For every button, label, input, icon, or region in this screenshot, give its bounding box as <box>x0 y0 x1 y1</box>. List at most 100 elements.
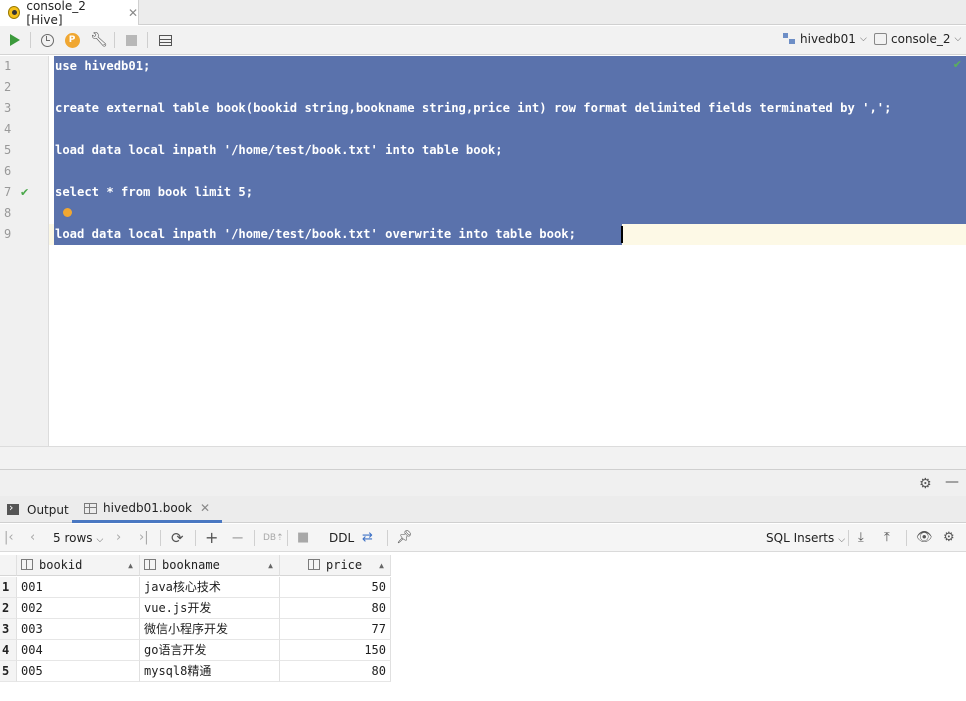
close-icon[interactable]: ✕ <box>200 501 210 515</box>
first-page-icon[interactable]: |‹ <box>4 530 14 546</box>
console-select[interactable]: console_2 ⌵ <box>874 32 961 46</box>
row-number: 3 <box>0 619 17 640</box>
code-text: use hivedb01; <box>55 59 151 73</box>
clock-icon <box>40 33 54 47</box>
sort-icon[interactable]: ▲ <box>268 555 273 576</box>
column-header-bookname[interactable]: bookname ▲ <box>140 555 280 576</box>
column-header-price[interactable]: price ▲ <box>280 555 391 576</box>
result-tabs: Output hivedb01.book ✕ <box>0 496 966 523</box>
cell-bookid[interactable]: 004 <box>17 640 140 661</box>
editor-bottom-strip <box>0 446 966 469</box>
sort-icon[interactable]: ▲ <box>128 555 133 576</box>
cell-bookid[interactable]: 002 <box>17 598 140 619</box>
history-button[interactable] <box>38 31 56 49</box>
tab-output[interactable]: Output <box>7 496 79 523</box>
code-line: 3 create external table book(bookid stri… <box>0 98 966 119</box>
line-number: 2 <box>4 80 12 94</box>
eye-icon[interactable]: 👁︎ <box>916 530 933 546</box>
datasource-label: hivedb01 <box>800 32 856 46</box>
toolbar-divider <box>160 530 161 546</box>
wrench-icon: 🔧︎ <box>90 32 108 48</box>
column-header-bookid[interactable]: bookid ▲ <box>17 555 140 576</box>
tab-console-2[interactable]: console_2 [Hive] ✕ <box>0 0 139 27</box>
line-number: 6 <box>4 164 12 178</box>
ddl-button[interactable]: DDL <box>329 531 354 545</box>
add-row-icon[interactable]: + <box>205 530 218 546</box>
code-line: 8 <box>0 203 966 224</box>
cell-bookname[interactable]: go语言开发 <box>140 640 280 661</box>
cell-bookid[interactable]: 001 <box>17 577 140 598</box>
code-line: 2 <box>0 77 966 98</box>
code-line: 6 <box>0 161 966 182</box>
export-format-label: SQL Inserts <box>766 531 835 545</box>
close-icon[interactable]: ✕ <box>128 6 138 20</box>
delete-row-icon[interactable]: − <box>231 530 244 546</box>
cell-bookname[interactable]: java核心技术 <box>140 577 280 598</box>
p-badge-icon: P <box>64 32 80 48</box>
row-number: 4 <box>0 640 17 661</box>
rows-count-label: 5 rows <box>53 531 93 545</box>
cell-bookname[interactable]: 微信小程序开发 <box>140 619 280 640</box>
tab-output-label: Output <box>27 502 69 517</box>
line-number: 8 <box>4 206 12 220</box>
table-view-button[interactable] <box>156 31 174 49</box>
line-number: 9 <box>4 227 12 241</box>
minimize-icon[interactable]: — <box>945 474 959 490</box>
intention-bulb-icon[interactable] <box>63 208 72 217</box>
next-page-icon[interactable]: › <box>116 530 121 546</box>
cell-price[interactable]: 150 <box>280 640 391 661</box>
code-line: 7 ✔ select * from book limit 5; <box>0 182 966 203</box>
download-icon[interactable]: ⤓ <box>858 530 864 546</box>
cell-price[interactable]: 77 <box>280 619 391 640</box>
rows-count-select[interactable]: 5 rows ⌵ <box>53 531 103 545</box>
code-text: create external table book(bookid string… <box>55 101 892 115</box>
tab-hivedb01-book[interactable]: hivedb01.book ✕ <box>72 496 223 523</box>
cell-bookname[interactable]: mysql8精通 <box>140 661 280 682</box>
line-number: 1 <box>4 59 12 73</box>
column-icon <box>21 559 33 570</box>
last-page-icon[interactable]: ›| <box>139 530 149 546</box>
code-line: 9 load data local inpath '/home/test/boo… <box>0 224 966 245</box>
upload-icon[interactable]: ⤒ <box>884 530 890 546</box>
cell-bookid[interactable]: 003 <box>17 619 140 640</box>
stop-button[interactable] <box>122 31 140 49</box>
compare-icon[interactable]: ⇄ <box>362 530 373 546</box>
stop-icon[interactable]: ■ <box>297 530 309 546</box>
submit-db-icon[interactable]: DB⇡ <box>263 530 284 546</box>
pin-icon[interactable]: 📌︎ <box>396 530 413 546</box>
table-icon <box>84 502 97 514</box>
cell-price[interactable]: 50 <box>280 577 391 598</box>
column-icon <box>144 559 156 570</box>
toolbar-divider <box>287 530 288 546</box>
settings-wrench-button[interactable]: 🔧︎ <box>90 31 108 49</box>
column-name: bookid <box>39 558 83 572</box>
prev-page-icon[interactable]: ‹ <box>30 530 35 546</box>
cell-price[interactable]: 80 <box>280 661 391 682</box>
cell-price[interactable]: 80 <box>280 598 391 619</box>
chevron-down-icon: ⌵ <box>838 535 846 545</box>
column-icon <box>308 559 320 570</box>
sql-editor[interactable]: ✔ 1 use hivedb01; 2 3 create external ta… <box>0 56 966 446</box>
sort-icon[interactable]: ▲ <box>379 555 384 576</box>
export-format-select[interactable]: SQL Inserts ⌵ <box>766 531 845 545</box>
executed-check-icon: ✔ <box>20 186 30 199</box>
console-label: console_2 <box>891 32 951 46</box>
parameters-button[interactable]: P <box>63 31 81 49</box>
datasource-select[interactable]: hivedb01 ⌵ <box>783 32 867 46</box>
execute-button[interactable] <box>6 31 24 49</box>
line-number: 3 <box>4 101 12 115</box>
code-line: 5 load data local inpath '/home/test/boo… <box>0 140 966 161</box>
cell-bookname[interactable]: vue.js开发 <box>140 598 280 619</box>
refresh-icon[interactable]: ⟳ <box>171 530 184 546</box>
gear-icon[interactable]: ⚙ <box>943 530 955 546</box>
schema-icon <box>783 33 796 45</box>
row-number-header <box>0 555 17 576</box>
toolbar-divider <box>906 530 907 546</box>
gear-icon[interactable]: ⚙ <box>919 476 932 492</box>
cell-bookid[interactable]: 005 <box>17 661 140 682</box>
play-icon <box>10 34 20 46</box>
column-name: price <box>326 558 363 572</box>
toolbar-divider <box>30 32 31 48</box>
code-line: 1 use hivedb01; <box>0 56 966 77</box>
chevron-down-icon: ⌵ <box>96 535 104 545</box>
